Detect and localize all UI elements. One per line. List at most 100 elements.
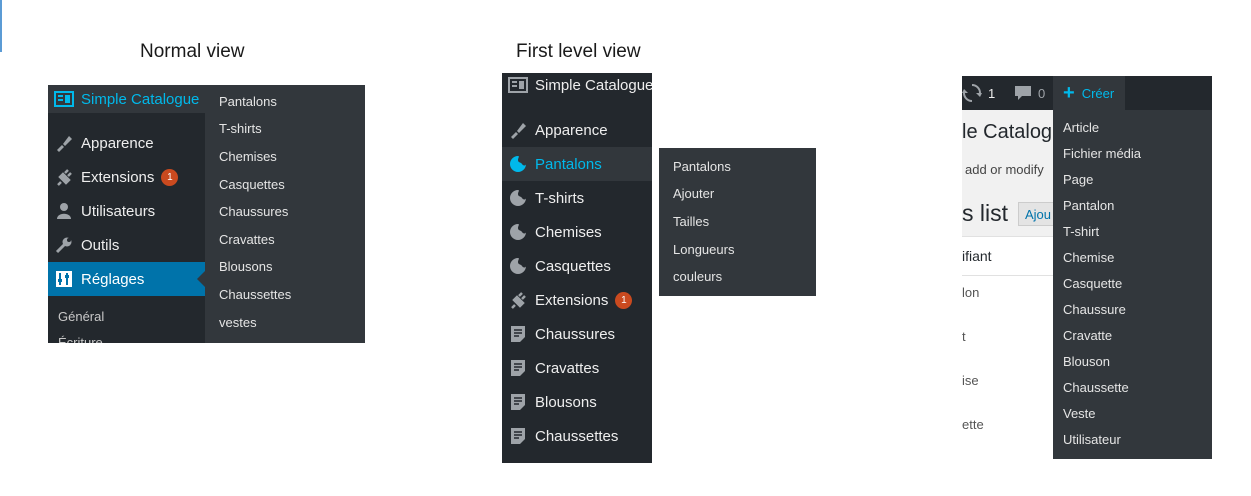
column-header[interactable]: ifiant [962,248,992,264]
submenu-pointer [197,271,205,287]
menu-label: Réglages [81,270,145,288]
menu-item-apparence[interactable]: Apparence [48,126,205,160]
brush-icon [508,120,528,140]
table-row[interactable]: lon [962,285,979,300]
menu-label: Simple Catalogue [535,76,652,94]
menu-item-reglages[interactable]: Réglages [48,262,205,296]
catalogue-icon [508,75,528,95]
flyout-submenu-normal: Pantalons T-shirts Chemises Casquettes C… [205,85,365,343]
submenu-ecriture[interactable]: Écriture [58,335,103,343]
menu-item-pantalons[interactable]: Pantalons [502,147,652,181]
create-new-button[interactable]: + Créer [1053,76,1125,110]
dropdown-item[interactable]: Fichier média [1063,146,1141,161]
catalogue-icon [54,89,74,109]
flyout-item[interactable]: couleurs [673,269,722,284]
dropdown-item[interactable]: Cravatte [1063,328,1112,343]
document-icon [508,358,528,378]
flyout-item[interactable]: Cravattes [219,232,275,247]
updates-count: 1 [988,85,996,101]
palette-icon [508,154,528,174]
palette-icon [508,222,528,242]
document-icon [508,324,528,344]
menu-item-tshirts[interactable]: T-shirts [502,181,652,215]
menu-label: Apparence [81,134,154,152]
comments-button[interactable]: 0 [1014,76,1045,110]
menu-item-cravattes[interactable]: Cravattes [502,351,652,385]
add-new-button[interactable]: Ajou [1018,202,1054,226]
palette-icon [508,256,528,276]
extensions-label: Extensions [81,168,155,186]
page-subtitle: add or modify [965,162,1044,177]
flyout-item[interactable]: Ajouter [673,186,714,201]
refresh-icon [962,83,982,103]
flyout-item[interactable]: vestes [219,315,257,330]
menu-label: Pantalons [535,155,602,173]
dropdown-item[interactable]: Utilisateur [1063,432,1121,447]
wrench-icon [54,235,74,255]
menu-item-simple-catalogue[interactable]: Simple Catalogue [48,85,205,113]
flyout-item[interactable]: T-shirts [219,121,262,136]
dropdown-item[interactable]: Article [1063,120,1099,135]
menu-item-chaussures[interactable]: Chaussures [502,317,652,351]
menu-label: Extensions 1 [535,291,633,309]
comment-icon [1014,84,1032,102]
menu-label: Chemises [535,223,602,241]
flyout-item[interactable]: Chaussettes [219,287,291,302]
menu-item-outils[interactable]: Outils [48,228,205,262]
menu-label: Simple Catalogue [81,90,200,108]
menu-label: Casquettes [535,257,611,275]
menu-label: Extensions 1 [81,168,179,186]
brush-icon [54,133,74,153]
menu-item-apparence[interactable]: Apparence [502,113,652,147]
updates-button[interactable]: 1 [962,76,995,110]
menu-item-casquettes[interactable]: Casquettes [502,249,652,283]
palette-icon [508,188,528,208]
user-icon [54,201,74,221]
table-row[interactable]: t [962,329,966,344]
dropdown-item[interactable]: Blouson [1063,354,1110,369]
menu-item-chemises[interactable]: Chemises [502,215,652,249]
menu-item-extensions[interactable]: Extensions 1 [502,283,652,317]
dropdown-item[interactable]: Chaussure [1063,302,1126,317]
update-badge: 1 [161,168,179,186]
menu-item-extensions[interactable]: Extensions 1 [48,160,205,194]
table-row[interactable]: ette [962,417,984,432]
flyout-item[interactable]: Longueurs [673,242,734,257]
menu-item-simple-catalogue[interactable]: Simple Catalogue [502,73,652,102]
menu-label: Chaussures [535,325,616,343]
list-title: s list [962,200,1008,226]
flyout-item[interactable]: Pantalons [219,94,277,109]
table-row[interactable]: ise [962,373,979,388]
heading-normal-view: Normal view [140,41,245,62]
flyout-item[interactable]: Tailles [673,214,709,229]
plus-icon: + [1063,82,1075,104]
admin-page-background: le Catalogue add or modify s list Ajou i… [962,76,1054,459]
table-header: ifiant [962,236,1054,276]
dropdown-item[interactable]: Page [1063,172,1093,187]
flyout-item[interactable]: Pantalons [673,159,731,174]
menu-label: Utilisateurs [81,202,156,220]
heading-first-level-view: First level view [516,41,641,62]
flyout-item[interactable]: Blousons [219,259,272,274]
menu-label: Blousons [535,393,597,411]
dropdown-item[interactable]: Chaussette [1063,380,1129,395]
table-body: lon t ise ette [962,276,1054,459]
dropdown-item[interactable]: Veste [1063,406,1096,421]
dropdown-item[interactable]: T-shirt [1063,224,1099,239]
menu-label: Apparence [535,121,608,139]
menu-label: Outils [81,236,120,254]
admin-sidebar-normal: Simple Catalogue Apparence Extensions 1 U… [48,85,205,343]
flyout-item[interactable]: Chaussures [219,204,288,219]
dropdown-item[interactable]: Chemise [1063,250,1114,265]
submenu-general[interactable]: Général [58,309,104,324]
flyout-item[interactable]: Chemises [219,149,277,164]
menu-item-utilisateurs[interactable]: Utilisateurs [48,194,205,228]
menu-item-blousons[interactable]: Blousons [502,385,652,419]
create-dropdown-menu: Article Fichier média Page Pantalon T-sh… [1053,110,1212,459]
dropdown-item[interactable]: Casquette [1063,276,1122,291]
menu-item-chaussettes[interactable]: Chaussettes [502,419,652,453]
dropdown-item[interactable]: Pantalon [1063,198,1114,213]
flyout-item[interactable]: Casquettes [219,177,285,192]
flyout-submenu-first-level: Pantalons Ajouter Tailles Longueurs coul… [659,148,816,296]
submenu-pointer [648,157,652,173]
